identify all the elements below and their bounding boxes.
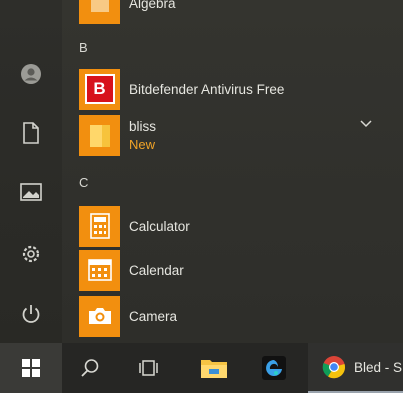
start-rail xyxy=(0,0,62,343)
app-item-calendar[interactable]: Calendar xyxy=(79,249,379,291)
app-list: Algebra B B Bitdefender Antivirus Free b… xyxy=(62,0,403,343)
app-item-bitdefender[interactable]: B Bitdefender Antivirus Free xyxy=(79,68,379,110)
file-explorer-button[interactable] xyxy=(186,343,242,393)
search-button[interactable] xyxy=(62,343,118,393)
user-icon xyxy=(21,64,41,84)
pictures-icon xyxy=(20,183,42,201)
task-view-icon xyxy=(139,360,158,376)
app-item-camera[interactable]: Camera xyxy=(79,295,379,337)
app-label: Calendar xyxy=(129,262,184,278)
bitdefender-icon: B xyxy=(79,68,120,110)
new-badge: New xyxy=(129,137,156,152)
calendar-icon xyxy=(79,249,120,291)
group-header-b[interactable]: B xyxy=(79,40,88,55)
chrome-icon xyxy=(322,356,346,379)
power-button[interactable] xyxy=(0,291,62,337)
settings-button[interactable] xyxy=(0,231,62,277)
taskbar: Bled - S xyxy=(0,343,403,393)
app-label: bliss xyxy=(129,119,157,134)
search-icon xyxy=(81,359,99,377)
camera-icon xyxy=(79,295,120,337)
task-view-button[interactable] xyxy=(120,343,178,393)
power-icon xyxy=(22,305,40,323)
app-label: Bitdefender Antivirus Free xyxy=(129,81,285,97)
chrome-taskbar-button[interactable]: Bled - S xyxy=(308,343,403,393)
folder-icon xyxy=(79,115,120,156)
chevron-down-icon xyxy=(360,120,372,128)
app-item-calculator[interactable]: Calculator xyxy=(79,205,379,247)
start-button[interactable] xyxy=(0,343,62,393)
edge-icon xyxy=(262,356,286,380)
edge-button[interactable] xyxy=(246,343,302,393)
pictures-button[interactable] xyxy=(0,169,62,215)
app-item-algebra[interactable]: Algebra xyxy=(79,0,379,24)
settings-icon xyxy=(22,245,40,263)
windows-start-icon xyxy=(22,359,40,377)
start-menu: Algebra B B Bitdefender Antivirus Free b… xyxy=(0,0,403,343)
algebra-tile-icon xyxy=(79,0,120,24)
app-label: Calculator xyxy=(129,218,190,234)
documents-button[interactable] xyxy=(0,110,62,156)
file-explorer-icon xyxy=(201,360,227,378)
user-account-button[interactable] xyxy=(0,51,62,97)
document-icon xyxy=(23,122,39,144)
expand-chevron-button[interactable] xyxy=(359,116,373,135)
app-label: Algebra xyxy=(129,0,176,11)
group-header-c[interactable]: C xyxy=(79,175,88,190)
calculator-icon xyxy=(79,205,120,247)
app-item-bliss[interactable]: bliss New xyxy=(79,115,403,156)
app-label: Camera xyxy=(129,308,178,324)
chrome-window-title: Bled - S xyxy=(354,359,403,375)
